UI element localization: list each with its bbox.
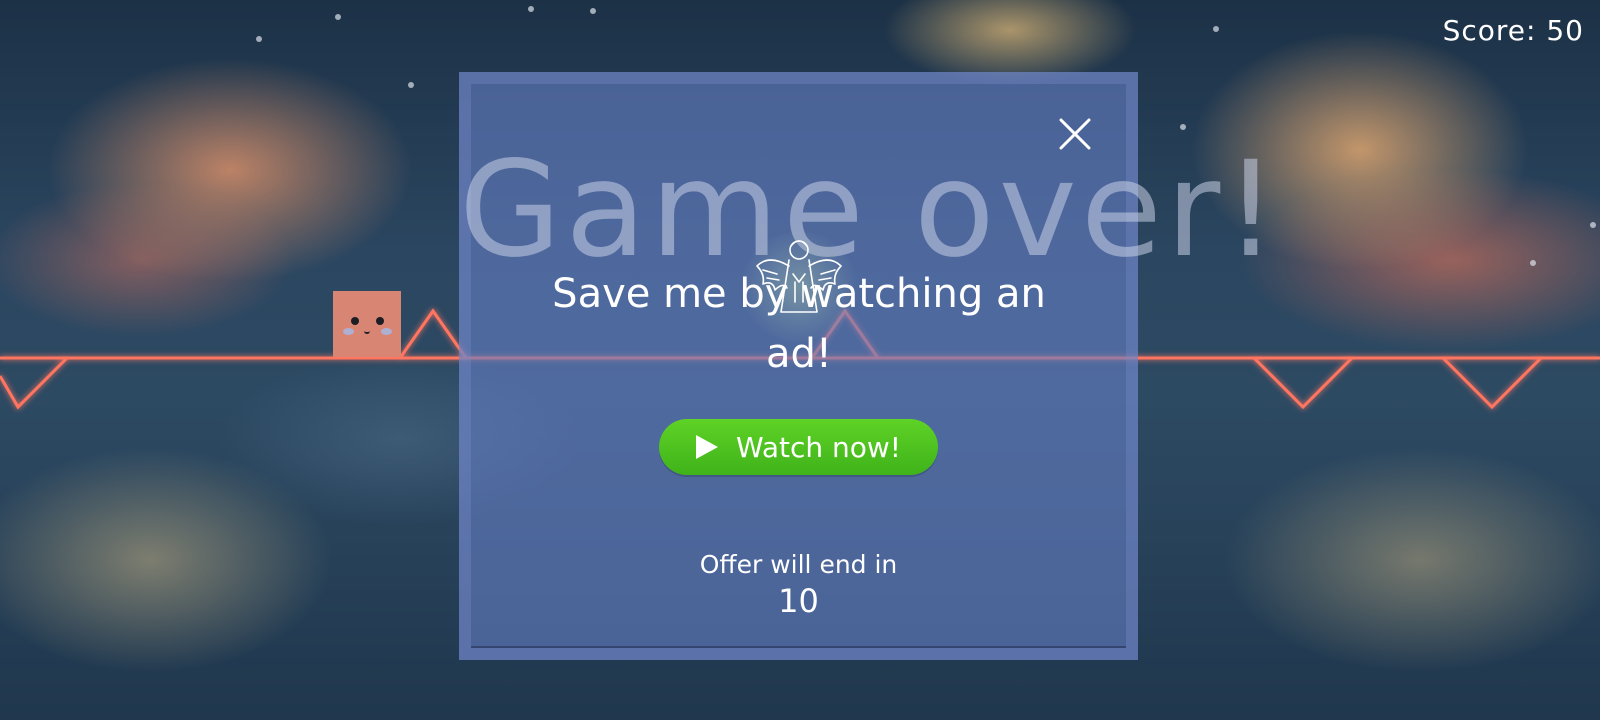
spike-down (1252, 356, 1354, 410)
player-eye-right (376, 317, 384, 325)
dialog-divider (471, 646, 1126, 648)
offer-timer-label: Offer will end in (699, 550, 898, 579)
play-icon (695, 435, 718, 459)
player-blush-left (343, 328, 354, 335)
watch-button-label: Watch now! (735, 430, 902, 464)
game-over-dialog: Game over! Save me by watching an ad! Wa… (459, 72, 1277, 660)
close-icon[interactable] (1057, 116, 1093, 152)
spike-down (1441, 356, 1543, 410)
player-eye-left (351, 317, 359, 325)
offer-countdown: 10 (778, 582, 819, 620)
player-character (333, 291, 401, 357)
save-me-message: Save me by watching an ad! (552, 271, 1046, 377)
watch-ad-button[interactable]: Watch now! (659, 419, 938, 475)
spike-up (398, 308, 468, 359)
player-mouth (364, 329, 370, 334)
score-display: Score: 50 (1442, 14, 1584, 47)
spike-down (0, 356, 69, 410)
player-blush-right (381, 328, 392, 335)
game-scene: Score: 50 Game over! Save me by watching… (0, 0, 1600, 720)
